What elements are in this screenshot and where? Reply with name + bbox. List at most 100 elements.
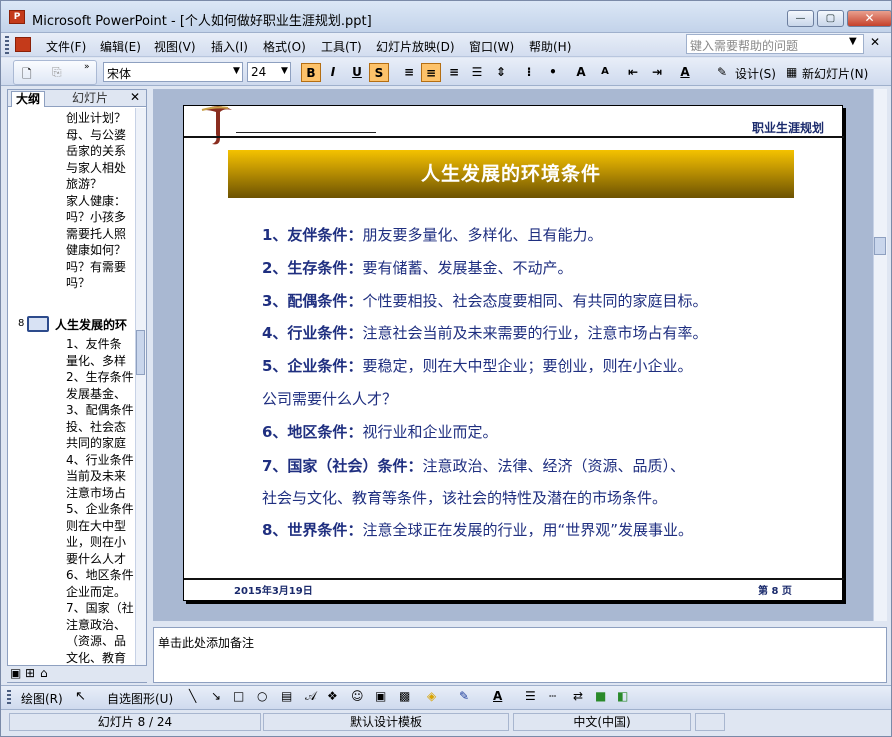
slide-body-line[interactable]: 1、友伴条件：朋友要多量化、多样化、且有能力。 [262,224,602,245]
help-dropdown-arrow-icon[interactable]: ▼ [849,36,857,47]
drawbar-gripper[interactable] [7,690,11,706]
outline-text-line[interactable]: 发展基金、 [66,386,135,403]
outline-text-line[interactable]: （资源、品 [66,633,135,650]
slide-body-line[interactable]: 5、企业条件：要稳定，则在大中型企业；要创业，则在小企业。 [262,355,692,376]
decrease-font-icon[interactable]: A [595,63,615,82]
outline-text-line[interactable]: 需要托人照 [66,226,135,243]
outline-text-line[interactable]: 7、国家（社 [66,600,135,617]
diagram-icon[interactable]: ❖ [327,689,338,703]
text-color-icon[interactable]: A [493,689,502,703]
line-color-icon[interactable]: ✎ [459,689,469,703]
outline-text-line[interactable]: 吗？有需要 [66,259,135,276]
close-window-button[interactable]: ✕ [847,10,892,27]
menu-file[interactable]: 文件(F) [46,38,86,55]
align-right-icon[interactable]: ≡ [444,63,464,82]
shadow-style-icon[interactable]: ■ [595,689,606,703]
font-dropdown-arrow-icon[interactable]: ▼ [233,66,240,76]
tab-slides[interactable]: 幻灯片 [68,91,112,107]
select-pointer-icon[interactable]: ↖ [75,689,86,704]
outline-text-line[interactable]: 投、社会态 [66,419,135,436]
slide-canvas[interactable]: 职业生涯规划 人生发展的环境条件 1、友伴条件：朋友要多量化、多样化、且有能力。… [183,105,844,601]
line-spacing-icon[interactable]: ⇕ [491,63,511,82]
outline-text-line[interactable]: 注意政治、 [66,617,135,634]
outline-text-line[interactable]: 当前及未来 [66,468,135,485]
outline-text-line[interactable]: 1、友件条 [66,336,135,353]
menubar-gripper[interactable] [5,36,9,54]
line-icon[interactable]: ╲ [189,689,196,703]
outline-text-line[interactable]: 量化、多样 [66,353,135,370]
design-button[interactable]: 设计(S) [735,65,776,82]
menu-help[interactable]: 帮助(H) [529,38,571,55]
slideshow-view-icon[interactable]: ⌂ [40,666,48,680]
slide-body-line[interactable]: 3、配偶条件：个性要相投、社会态度要相同、有共同的家庭目标。 [262,290,707,311]
slide-body-line[interactable]: 8、世界条件：注意全球正在发展的行业，用“世界观”发展事业。 [262,519,693,540]
font-name-select[interactable]: 宋体 [103,62,243,82]
shadow-button[interactable]: S [369,63,389,82]
outline-text-line[interactable]: 2、生存条件 [66,369,135,386]
outline-text-line[interactable]: 文化、教育 [66,650,135,667]
slide-body-line[interactable]: 公司需要什么人才？ [262,388,397,409]
size-dropdown-arrow-icon[interactable]: ▼ [281,66,288,76]
fill-color-icon[interactable]: ◈ [427,689,436,703]
help-search-input[interactable]: 键入需要帮助的问题 [686,34,864,54]
slide-scroll-thumb[interactable] [874,237,886,255]
new-document-icon[interactable]: 🗋 [22,65,32,86]
underline-button[interactable]: U [347,63,367,82]
outline-slide-title[interactable]: 人生发展的环 [55,316,135,333]
outline-text-line[interactable]: 4、行业条件 [66,452,135,469]
outline-text-line[interactable]: 旅游？ [66,176,135,193]
menu-insert[interactable]: 插入(I) [211,38,248,55]
outline-scroll-thumb[interactable] [136,330,145,375]
outline-text-line[interactable]: 家人健康： [66,193,135,210]
outline-text-line[interactable]: 创业计划？ [66,110,135,127]
outline-text-line[interactable]: 则在大中型 [66,518,135,535]
minimize-button[interactable]: — [787,10,814,27]
justify-icon[interactable]: ☰ [467,63,487,82]
font-color-icon[interactable]: A [675,63,695,82]
normal-view-icon[interactable]: ▣ [10,666,21,680]
menu-view[interactable]: 视图(V) [154,38,196,55]
oval-icon[interactable]: ○ [257,689,267,703]
italic-button[interactable]: I [323,63,343,82]
document-icon[interactable] [15,37,31,52]
numbering-icon[interactable]: ⁝ [519,63,539,82]
outline-text-line[interactable]: 5、企业条件 [66,501,135,518]
new-slide-button[interactable]: 新幻灯片(N) [802,65,868,82]
slide-icon[interactable] [27,316,49,332]
slide-body-line[interactable]: 社会与文化、教育等条件，该社会的特性及潜在的市场条件。 [262,487,667,508]
increase-indent-icon[interactable]: ⇥ [647,63,667,82]
align-left-icon[interactable]: ≡ [399,63,419,82]
toolbar-options-icon[interactable]: » [84,62,90,72]
bold-button[interactable]: B [301,63,321,82]
menu-edit[interactable]: 编辑(E) [100,38,141,55]
dash-style-icon[interactable]: ┄ [549,689,556,703]
insert-image-icon[interactable]: ▩ [399,689,410,703]
line-style-icon[interactable]: ☰ [525,689,536,703]
slide-body-line[interactable]: 6、地区条件：视行业和企业而定。 [262,421,497,442]
textbox-icon[interactable]: ▤ [281,689,292,703]
picture-icon[interactable]: ▣ [375,689,386,703]
notes-pane[interactable]: 单击此处添加备注 [153,627,887,683]
menu-format[interactable]: 格式(O) [263,38,306,55]
decrease-indent-icon[interactable]: ⇤ [623,63,643,82]
outline-text-line[interactable]: 吗？ [66,275,135,292]
rectangle-icon[interactable]: □ [233,689,244,703]
close-document-icon[interactable]: ✕ [870,35,880,49]
maximize-button[interactable]: ▢ [817,10,844,27]
wordart-icon[interactable]: 𝒜 [305,689,316,704]
outline-text-line[interactable]: 共同的家庭 [66,435,135,452]
outline-text-line[interactable]: 要什么人才 [66,551,135,568]
outline-text-line[interactable]: 岳家的关系 [66,143,135,160]
outline-scrollbar[interactable] [135,108,146,668]
slide-body-line[interactable]: 2、生存条件：要有储蓄、发展基金、不动产。 [262,257,572,278]
bullets-icon[interactable]: • [543,63,563,82]
menu-slideshow[interactable]: 幻灯片放映(D) [376,38,455,55]
tab-outline[interactable]: 大纲 [11,91,46,107]
outline-text-line[interactable]: 健康如何？ [66,242,135,259]
slide-title[interactable]: 人生发展的环境条件 [228,150,794,198]
outline-text-line[interactable]: 吗？小孩多 [66,209,135,226]
3d-style-icon[interactable]: ◧ [617,689,628,703]
outline-text-line[interactable]: 6、地区条件 [66,567,135,584]
powerpoint-app-icon[interactable]: P [9,10,25,24]
slide-body-line[interactable]: 7、国家（社会）条件：注意政治、法律、经济（资源、品质）、 [262,455,685,476]
